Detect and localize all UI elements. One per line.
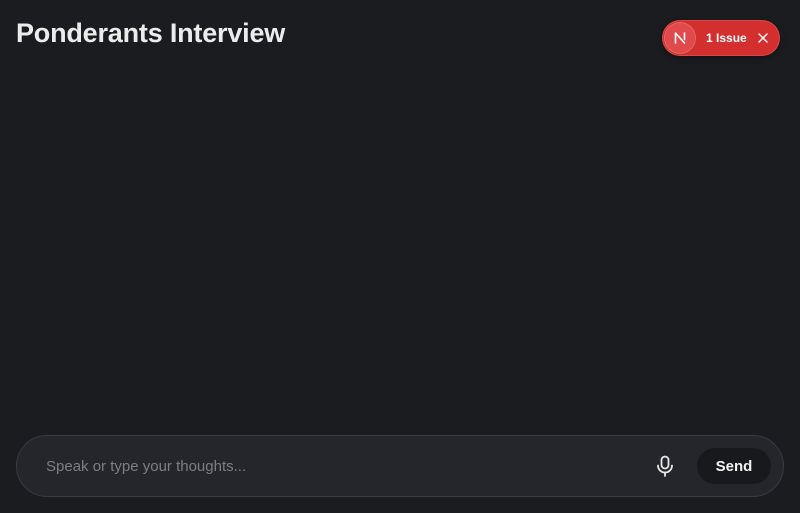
page-title: Ponderants Interview (16, 18, 286, 48)
app-root: Ponderants Interview 1 Issue Send (0, 0, 800, 513)
send-button[interactable]: Send (697, 448, 771, 484)
nextjs-logo-glyph (674, 32, 686, 44)
issues-count-label[interactable]: 1 Issue (706, 31, 747, 45)
message-composer: Send (16, 435, 784, 497)
microphone-icon (657, 455, 673, 477)
message-input[interactable] (17, 436, 647, 496)
close-icon[interactable] (755, 30, 771, 46)
dev-issues-badge[interactable]: 1 Issue (662, 20, 780, 56)
nextjs-logo-icon[interactable] (664, 22, 696, 54)
microphone-button[interactable] (647, 448, 683, 484)
